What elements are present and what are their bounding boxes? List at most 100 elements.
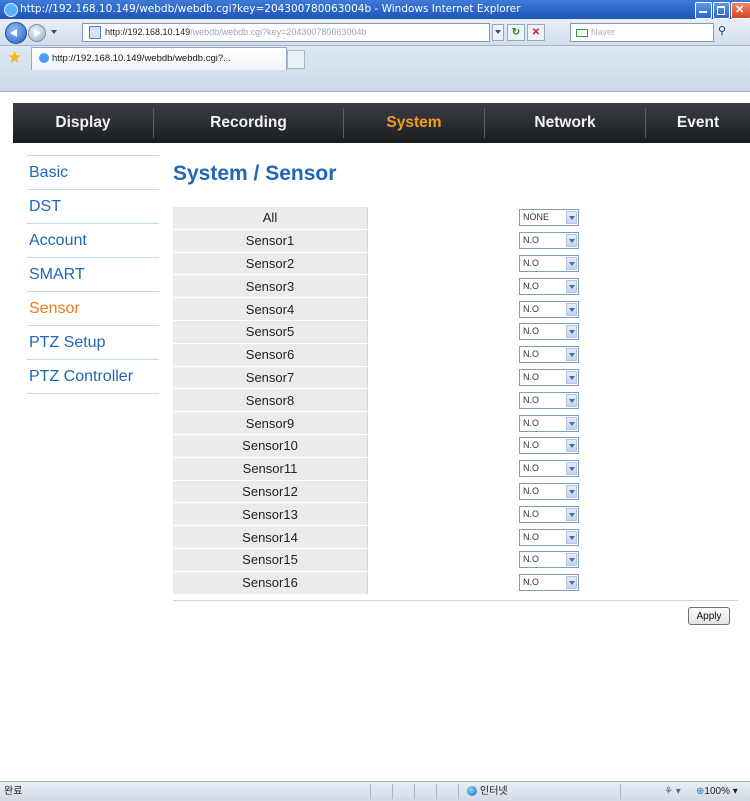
sensor-label: Sensor1 — [173, 229, 368, 253]
sensor-type-select[interactable]: N.O — [519, 528, 579, 546]
new-tab-button[interactable] — [287, 50, 305, 69]
sensor-label: Sensor7 — [173, 366, 368, 390]
table-row: Sensor8 N.O — [173, 388, 738, 413]
sidebar-item-ptz-setup[interactable]: PTZ Setup — [27, 325, 159, 359]
maximize-button[interactable] — [713, 2, 730, 19]
sensor-value-cell: N.O — [367, 274, 738, 299]
sensor-type-select[interactable]: N.O — [519, 368, 579, 386]
sensor-type-select[interactable]: N.O — [519, 460, 579, 478]
search-icon: ⚲ — [718, 25, 727, 37]
browser-tab[interactable]: http://192.168.10.149/webdb/webdb.cgi?..… — [31, 47, 287, 70]
chevron-down-icon — [566, 507, 577, 521]
sensor-type-select[interactable]: N.O — [519, 323, 579, 341]
sensor-label: Sensor16 — [173, 571, 368, 595]
sensor-type-select[interactable]: N.O — [519, 414, 579, 432]
sensor-value-cell: N.O — [367, 320, 738, 344]
sidebar-item-account[interactable]: Account — [27, 223, 159, 257]
chevron-down-icon — [566, 325, 577, 339]
sensor-value-cell: N.O — [367, 411, 738, 435]
tab-label: http://192.168.10.149/webdb/webdb.cgi?..… — [52, 53, 232, 64]
sensor-value-cell: N.O — [367, 297, 738, 321]
status-divider — [370, 784, 371, 799]
search-button[interactable]: ⚲ — [718, 24, 742, 39]
globe-icon — [467, 786, 477, 797]
minimize-button[interactable] — [695, 2, 712, 19]
sensor-type-select[interactable]: N.O — [519, 482, 579, 500]
sensor-value-cell: NONE — [367, 207, 738, 230]
apply-button[interactable]: Apply — [688, 607, 730, 625]
sidebar-item-sensor[interactable]: Sensor — [27, 291, 159, 325]
nav-network[interactable]: Network — [485, 103, 645, 143]
chevron-down-icon — [566, 416, 577, 430]
sensor-type-select[interactable]: N.O — [519, 391, 579, 409]
back-button[interactable] — [5, 22, 27, 44]
sensor-value-cell: N.O — [367, 571, 738, 595]
table-row: Sensor6 N.O — [173, 343, 738, 367]
forward-button[interactable] — [28, 24, 46, 42]
sensor-type-select[interactable]: N.O — [519, 551, 579, 569]
sensor-label: Sensor5 — [173, 320, 368, 344]
history-dropdown-icon[interactable] — [51, 30, 57, 34]
select-value: N.O — [523, 485, 540, 496]
sensor-label: Sensor12 — [173, 480, 368, 504]
table-row: Sensor12 N.O — [173, 480, 738, 504]
status-divider — [392, 784, 393, 799]
tab-page-icon — [39, 53, 49, 64]
close-button[interactable]: ✕ — [731, 2, 750, 19]
stop-button[interactable]: ✕ — [527, 24, 545, 41]
chevron-down-icon — [566, 348, 577, 362]
chevron-down-icon — [566, 576, 577, 590]
select-value: N.O — [523, 371, 540, 382]
nav-system[interactable]: System — [344, 103, 484, 143]
search-input[interactable]: Naver — [570, 23, 714, 42]
page-title: System / Sensor — [173, 162, 337, 185]
refresh-button[interactable]: ↻ — [507, 24, 525, 41]
select-value: N.O — [523, 235, 540, 246]
nav-display[interactable]: Display — [13, 103, 153, 143]
status-divider — [620, 784, 621, 799]
table-row: All NONE — [173, 207, 738, 230]
window-title-bar: http://192.168.10.149/webdb/webdb.cgi?ke… — [0, 0, 750, 19]
sensor-value-cell: N.O — [367, 252, 738, 276]
all-sensors-select[interactable]: NONE — [519, 209, 579, 227]
table-row: Sensor13 N.O — [173, 502, 738, 527]
sensor-label: Sensor6 — [173, 343, 368, 367]
sensor-type-select[interactable]: N.O — [519, 437, 579, 455]
table-row: Sensor3 N.O — [173, 274, 738, 299]
address-field[interactable]: http://192.168.10.149/webdb/webdb.cgi?ke… — [82, 23, 490, 42]
sensor-value-cell: N.O — [367, 457, 738, 481]
sensor-type-select[interactable]: N.O — [519, 505, 579, 523]
sidebar-item-smart[interactable]: SMART — [27, 257, 159, 291]
sensor-type-select[interactable]: N.O — [519, 254, 579, 272]
close-icon: ✕ — [735, 4, 745, 16]
sidebar-item-basic[interactable]: Basic — [27, 155, 159, 189]
protected-mode-icon[interactable]: ⚘ ▾ — [664, 782, 681, 801]
sensor-type-select[interactable]: N.O — [519, 277, 579, 295]
table-row: Sensor10 N.O — [173, 434, 738, 458]
sensor-value-cell: N.O — [367, 480, 738, 504]
nav-recording[interactable]: Recording — [154, 103, 343, 143]
sensor-label: All — [173, 207, 368, 230]
sensor-type-select[interactable]: N.O — [519, 232, 579, 250]
chevron-down-icon — [495, 30, 501, 35]
zoom-control[interactable]: ⊕100% ▾ — [696, 782, 738, 801]
sensor-label: Sensor11 — [173, 457, 368, 481]
sidebar-item-ptz-controller[interactable]: PTZ Controller — [27, 359, 159, 394]
table-row: Sensor2 N.O — [173, 252, 738, 276]
sensor-table: All NONE Sensor1 N.O Sensor2 N.O Sensor3 N.O Sen… — [173, 207, 738, 595]
table-row: Sensor16 N.O — [173, 571, 738, 595]
table-row: Sensor11 N.O — [173, 457, 738, 481]
chevron-down-icon — [566, 370, 577, 384]
sidebar-item-dst[interactable]: DST — [27, 189, 159, 223]
nav-event[interactable]: Event — [646, 103, 750, 143]
favorites-star-icon[interactable]: ★ — [7, 48, 22, 68]
url-path: /webdb/webdb.cgi?key=204300780063004b — [190, 27, 367, 37]
back-arrow-icon — [10, 29, 17, 37]
chevron-down-icon — [566, 256, 577, 270]
maximize-icon — [717, 6, 725, 15]
sensor-type-select[interactable]: N.O — [519, 574, 579, 592]
sensor-type-select[interactable]: N.O — [519, 346, 579, 364]
address-dropdown-button[interactable] — [492, 24, 504, 41]
sensor-type-select[interactable]: N.O — [519, 300, 579, 318]
select-value: N.O — [523, 577, 540, 588]
